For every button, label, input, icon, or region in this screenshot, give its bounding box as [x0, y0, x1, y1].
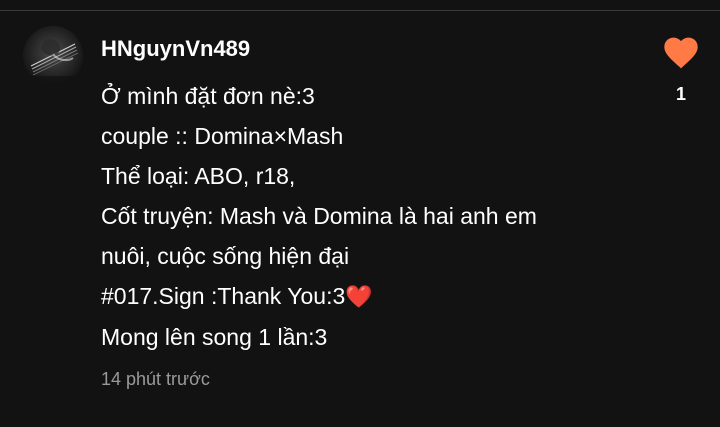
- comment-line: nuôi, cuộc sống hiện đại: [101, 243, 350, 269]
- like-count: 1: [675, 84, 686, 104]
- comment-body: Ở mình đặt đơn nè:3 couple :: Domina×Mas…: [101, 76, 641, 357]
- comment-line-text: #017.Sign :Thank You:3: [101, 283, 346, 309]
- comment-line: couple :: Domina×Mash: [101, 123, 344, 149]
- comment-line: Thể loại: ABO, r18,: [101, 163, 296, 189]
- comment-line-with-emoji: #017.Sign :Thank You:3❤️: [101, 276, 641, 317]
- comment-line: Cốt truyện: Mash và Domina là hai anh em: [101, 203, 537, 229]
- guitar-photo-avatar-icon: [23, 26, 83, 86]
- comment-line: Mong lên song 1 lần:3: [101, 324, 328, 350]
- heart-icon: [664, 37, 698, 69]
- comment-line: Ở mình đặt đơn nè:3: [101, 83, 315, 109]
- comment-item: HNguynVn489 Ở mình đặt đơn nè:3 couple :…: [0, 11, 720, 427]
- red-heart-emoji-icon: ❤️: [345, 284, 373, 309]
- comment-username[interactable]: HNguynVn489: [101, 35, 250, 63]
- like-button[interactable]: [661, 33, 701, 73]
- comment-timestamp: 14 phút trước: [101, 369, 210, 389]
- avatar[interactable]: [23, 26, 83, 86]
